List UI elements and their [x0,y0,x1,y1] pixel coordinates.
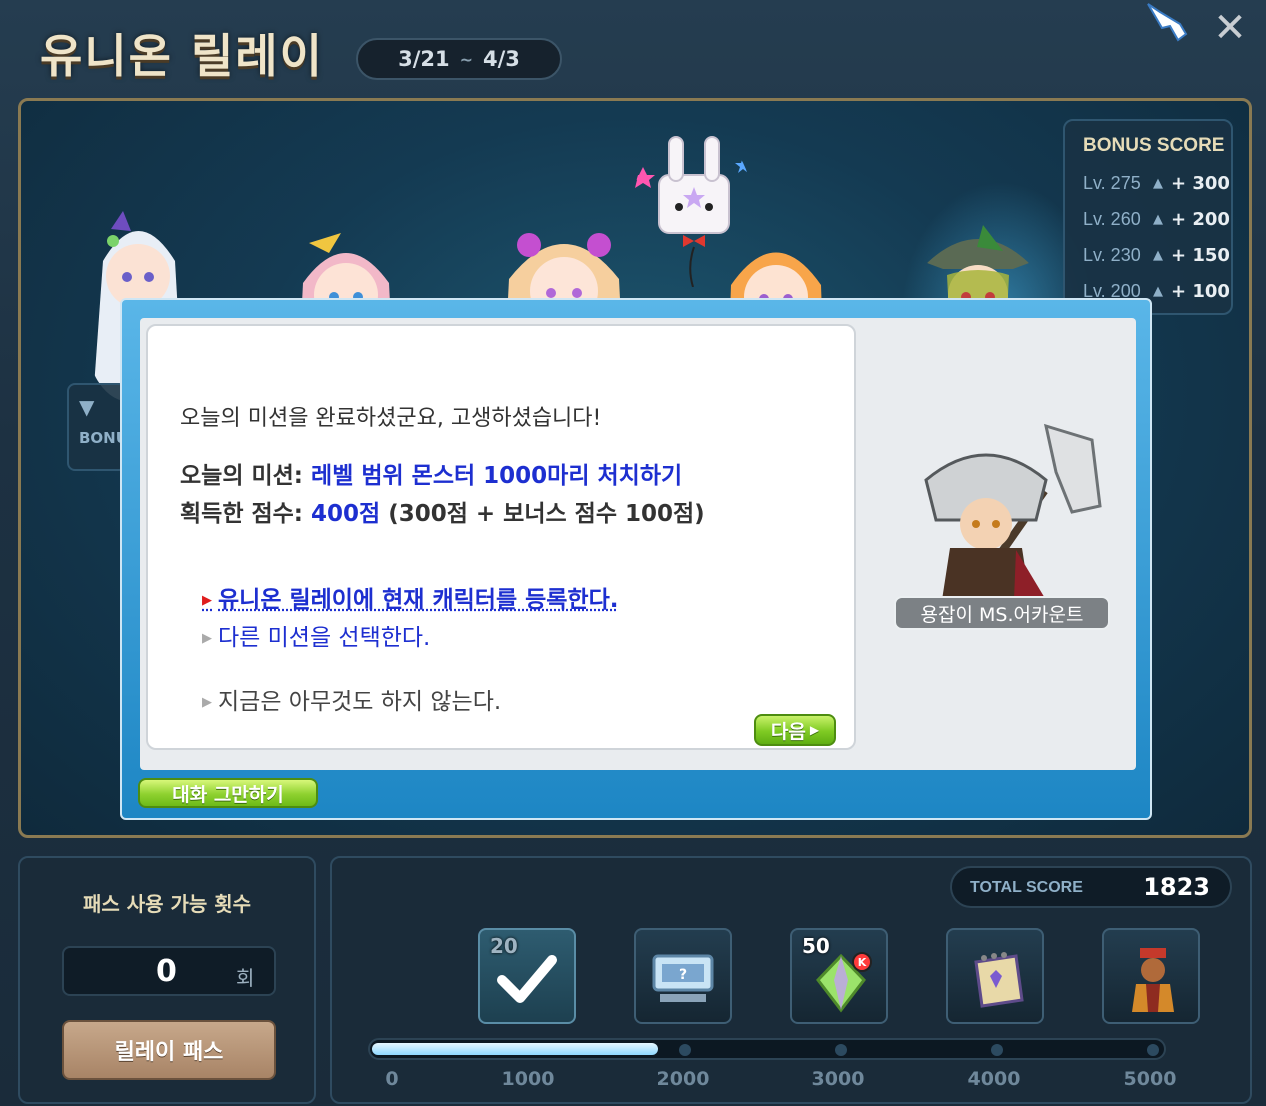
milestone-dot [679,1044,691,1056]
option-choose-other-mission[interactable]: ▶ 다른 미션을 선택한다. [202,618,430,652]
next-button-label: 다음 [770,720,806,743]
mission-label: 오늘의 미션: [180,463,304,489]
date-end: 4/3 [483,47,520,71]
bonus-level: Lv. 260 [1083,208,1141,229]
svg-text:?: ? [679,967,687,983]
ticket-machine-icon: ? [652,954,714,1002]
bonus-score-panel: BONUS SCORE Lv. 275 ▲ + 300 Lv. 260 ▲ + … [1063,119,1233,315]
reward-slot-4000[interactable] [946,928,1044,1024]
mission-value: 레벨 범위 몬스터 1000마리 처치하기 [311,463,683,489]
tick-label: 0 [385,1068,399,1090]
pass-count-unit: 회 [236,966,255,990]
date-separator: ~ [459,49,473,69]
mission-line: 오늘의 미션: 레벨 범위 몬스터 1000마리 처치하기 [180,456,682,490]
option-label: 유니온 릴레이에 현재 캐릭터를 등록한다. [218,587,619,613]
tick-label: 3000 [811,1068,865,1090]
npc-name-tag: 용잡이 MS.어카운트 [894,596,1110,630]
tick-label: 5000 [1123,1068,1177,1090]
pass-panel: 패스 사용 가능 횟수 0 회 릴레이 패스 [18,856,316,1104]
bonus-row: Lv. 230 ▲ + 150 [1083,237,1231,273]
npc-portrait-area: 용잡이 MS.어카운트 [866,324,1130,750]
npc-dialog: 오늘의 미션을 완료하셨군요, 고생하셨습니다! 오늘의 미션: 레벨 범위 몬… [120,298,1152,820]
event-date-range: 3/21 ~ 4/3 [356,38,562,80]
tick-label: 4000 [967,1068,1021,1090]
score-progress-bar [368,1038,1166,1060]
hand-cursor-icon [1147,3,1188,42]
crystal-icon: K [816,952,872,1013]
total-score-value: 1823 [1143,873,1210,901]
triangle-up-icon: ▲ [1153,247,1163,263]
reward-slot-5000[interactable] [1102,928,1200,1024]
triangle-up-icon: ▲ [1153,283,1163,299]
bullet-icon: ▶ [202,631,212,646]
bonus-side-tab[interactable]: ▼ BONUS [67,383,127,471]
npc-dragon-helmet-warrior-icon [924,423,1102,600]
dialog-text-area: 오늘의 미션을 완료하셨군요, 고생하셨습니다! 오늘의 미션: 레벨 범위 몬… [146,324,856,750]
cat-mask-icon: ▼ [79,395,95,419]
total-score-label: TOTAL SCORE [970,879,1083,896]
milestone-dot [835,1044,847,1056]
date-start: 3/21 [398,47,450,71]
end-chat-button[interactable]: 대화 그만하기 [138,778,318,808]
triangle-up-icon: ▲ [1153,175,1163,191]
score-line: 획득한 점수: 400점 (300점 + 보너스 점수 100점) [180,494,705,528]
window-title: 유니온 릴레이 [40,29,324,83]
pass-count-box: 0 회 [62,946,276,996]
bonus-row: Lv. 275 ▲ + 300 [1083,165,1231,201]
score-panel: TOTAL SCORE 1823 20 ? 50 K 0 1000 2000 3… [330,856,1252,1104]
relay-pass-button[interactable]: 릴레이 패스 [62,1020,276,1080]
score-value: 400점 [311,501,381,527]
dialog-body: 오늘의 미션을 완료하셨군요, 고생하셨습니다! 오늘의 미션: 레벨 범위 몬… [140,318,1136,770]
bonus-points: + 300 [1171,172,1230,194]
bonus-level: Lv. 275 [1083,172,1141,193]
bullet-icon: ▶ [202,593,212,608]
score-detail: (300점 + 보너스 점수 100점) [388,501,705,527]
bonus-points: + 100 [1171,280,1230,302]
close-icon[interactable]: ✕ [1210,8,1250,48]
option-do-nothing[interactable]: ▶ 지금은 아무것도 하지 않는다. [202,682,501,716]
total-score-box: TOTAL SCORE 1823 [950,866,1232,908]
tick-label: 1000 [501,1068,555,1090]
option-label: 지금은 아무것도 하지 않는다. [218,689,502,715]
pass-count-value: 0 [156,954,177,989]
side-tab-label: BONUS [79,429,123,447]
play-arrow-icon: ▶ [809,723,820,737]
milestone-dot [1147,1044,1159,1056]
pass-title: 패스 사용 가능 횟수 [82,892,252,916]
reward-slot-1000[interactable]: 20 [478,928,576,1024]
score-label: 획득한 점수: [180,501,304,527]
reward-slot-3000[interactable]: 50 K [790,928,888,1024]
tick-label: 2000 [656,1068,710,1090]
character-icon [1132,948,1174,1012]
dialog-intro: 오늘의 미션을 완료하셨군요, 고생하셨습니다! [180,406,602,431]
svg-text:K: K [858,956,867,969]
score-progress-fill [372,1043,659,1055]
bonus-level: Lv. 230 [1083,244,1141,265]
next-button[interactable]: 다음 ▶ [754,714,836,746]
reward-slot-2000[interactable]: ? [634,928,732,1024]
milestone-dot [991,1044,1003,1056]
spellbook-icon [974,952,1024,1008]
checkmark-icon [497,955,557,1003]
bonus-score-title: BONUS SCORE [1083,135,1225,156]
bonus-points: + 200 [1171,208,1230,230]
bonus-row: Lv. 260 ▲ + 200 [1083,201,1231,237]
option-label: 다른 미션을 선택한다. [218,625,431,651]
union-relay-window: 유니온 릴레이 3/21 ~ 4/3 ✕ BONUS SCORE Lv. 275… [0,0,1266,1106]
option-register-character[interactable]: ▶ 유니온 릴레이에 현재 캐릭터를 등록한다. [202,580,619,614]
bonus-points: + 150 [1171,244,1230,266]
bullet-icon: ▶ [202,695,212,710]
triangle-up-icon: ▲ [1153,211,1163,227]
